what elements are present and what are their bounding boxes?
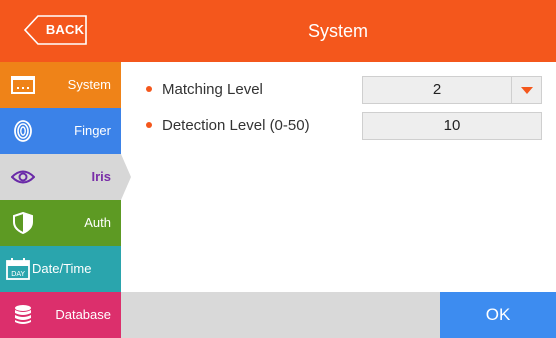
database-icon: [15, 305, 31, 324]
svg-text:DAY: DAY: [11, 270, 26, 278]
sidebar-item-label: Iris: [91, 169, 111, 184]
bullet-icon: [146, 122, 152, 128]
sidebar: System Finger Iris Auth DAY Date/Time Da…: [0, 62, 121, 338]
sidebar-item-label: Date/Time: [32, 261, 92, 276]
matching-level-row: Matching Level 2: [121, 76, 556, 104]
footer-bar: [121, 292, 440, 338]
calendar-day-icon: DAY: [6, 258, 30, 280]
sidebar-item-auth[interactable]: Auth: [0, 200, 121, 246]
matching-level-value: 2: [432, 81, 442, 98]
shield-icon: [13, 212, 33, 234]
detection-level-row: Detection Level (0-50) 10: [121, 112, 556, 140]
eye-icon: [11, 170, 35, 184]
sidebar-item-label: System: [67, 77, 111, 92]
header-bar: BACK System: [0, 0, 556, 62]
detection-level-label: Detection Level (0-50): [162, 117, 310, 134]
sidebar-item-database[interactable]: Database: [0, 292, 121, 338]
sidebar-item-iris[interactable]: Iris: [0, 154, 121, 200]
sidebar-item-system[interactable]: System: [0, 62, 121, 108]
bullet-icon: [146, 86, 152, 92]
detection-level-value: 10: [443, 117, 461, 134]
matching-level-select[interactable]: 2: [362, 76, 542, 104]
sidebar-item-label: Finger: [74, 123, 111, 138]
fingerprint-icon: [14, 120, 32, 142]
sidebar-item-label: Auth: [84, 215, 111, 230]
ok-button[interactable]: OK: [440, 292, 556, 338]
keyboard-icon: [11, 76, 35, 94]
sidebar-item-finger[interactable]: Finger: [0, 108, 121, 154]
settings-panel: Matching Level 2 Detection Level (0-50) …: [121, 62, 556, 292]
detection-level-field[interactable]: 10: [362, 112, 542, 140]
sidebar-item-date-time[interactable]: DAY Date/Time: [0, 246, 121, 292]
sidebar-item-label: Database: [55, 307, 111, 322]
chevron-down-icon: [521, 87, 533, 94]
dropdown-button[interactable]: [511, 77, 541, 103]
matching-level-label: Matching Level: [162, 81, 263, 98]
page-title: System: [307, 21, 368, 41]
back-button[interactable]: BACK: [24, 15, 88, 45]
back-button-label: BACK: [45, 22, 85, 37]
